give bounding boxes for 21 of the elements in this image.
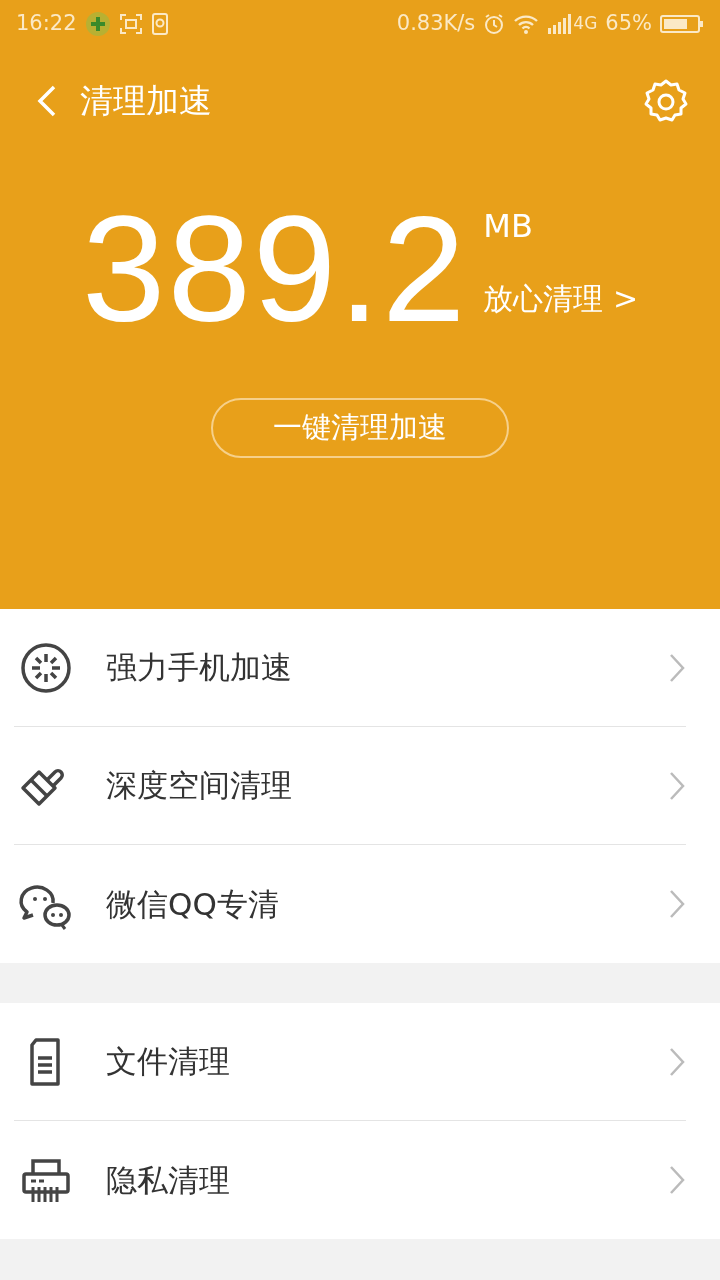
menu-item-label[interactable]: 微信QQ专清 [106, 880, 279, 928]
phone-icon [150, 12, 169, 36]
alarm-icon [483, 13, 506, 35]
chevron-right-icon[interactable] [668, 1164, 686, 1196]
menu-item-label[interactable]: 文件清理 [106, 1038, 230, 1085]
menu-item-label[interactable]: 深度空间清理 [106, 762, 292, 809]
signal-icon [547, 14, 572, 34]
screenshot-icon [118, 13, 143, 35]
unit-label: MB [483, 206, 533, 247]
network-type: 4G [573, 12, 598, 36]
chevron-right-icon[interactable] [668, 888, 686, 920]
battery-icon [660, 14, 704, 34]
menu-item-label[interactable]: 隐私清理 [106, 1156, 230, 1204]
wifi-icon [513, 14, 540, 34]
network-speed: 0.83K/s [396, 10, 476, 38]
clock: 16:22 [16, 10, 77, 38]
back-icon[interactable] [36, 84, 58, 118]
page-title: 清理加速 [80, 80, 212, 123]
battery-level: 65% [605, 10, 652, 38]
menu-item-label[interactable]: 强力手机加速 [106, 644, 292, 691]
storage-amount: 389.2 [81, 194, 468, 344]
